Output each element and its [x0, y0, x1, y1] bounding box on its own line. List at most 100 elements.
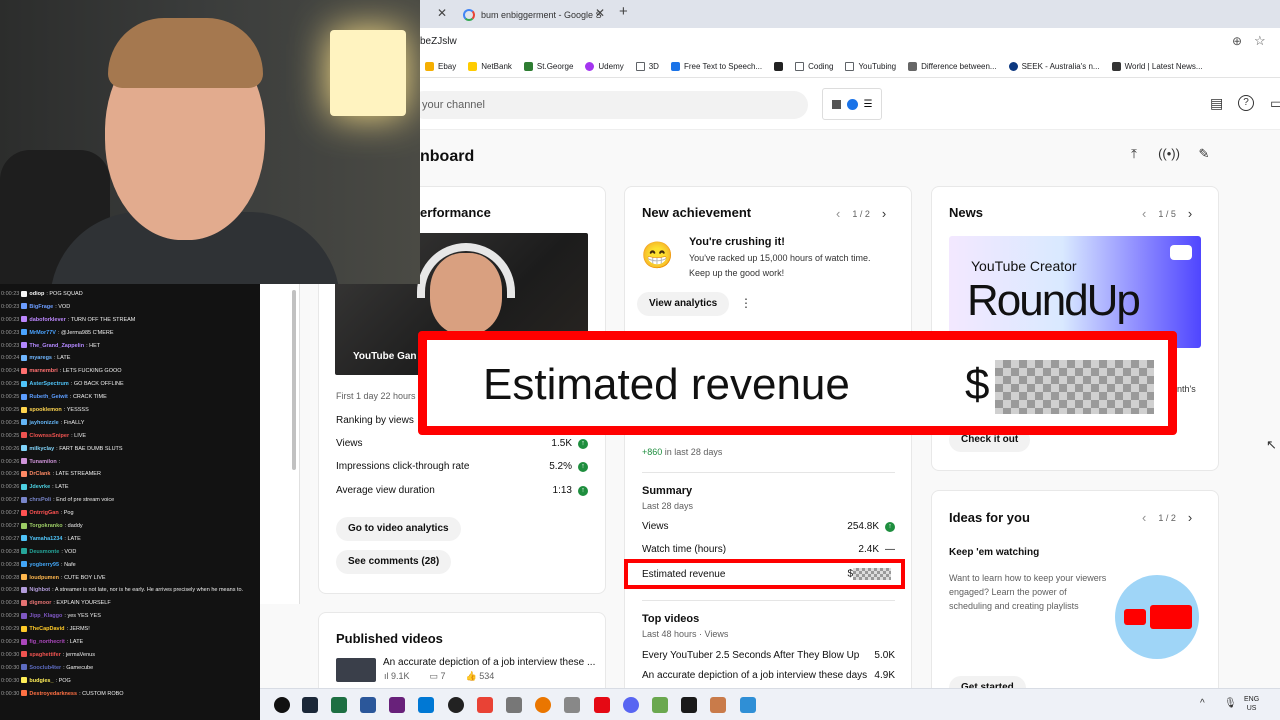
bookmark-stgeorge[interactable]: St.George	[523, 62, 573, 71]
bookmark-netbank[interactable]: NetBank	[468, 62, 512, 71]
badge-icon	[21, 638, 28, 645]
chat-message: 0:00:24 marnembri: LETS FUCKING GOOO	[1, 367, 122, 375]
bookmark-difference[interactable]: Difference between...	[908, 62, 997, 71]
top-video-row[interactable]: An accurate depiction of a job interview…	[642, 670, 895, 681]
chevron-right-icon[interactable]: ›	[882, 206, 886, 221]
app-icon[interactable]	[448, 697, 464, 713]
bookmark-ebay[interactable]: Ebay	[425, 62, 456, 71]
scrollbar[interactable]	[292, 290, 296, 470]
bookmark-tts[interactable]: Free Text to Speech...	[670, 62, 762, 71]
discord-icon[interactable]	[623, 697, 639, 713]
chat-message: 0:00:27 chrsPoli: End of pre stream voice	[1, 496, 115, 504]
extension-widget[interactable]: ☰	[822, 88, 882, 120]
bookmark-coding[interactable]: Coding	[795, 62, 833, 71]
badge-icon	[21, 393, 28, 400]
chat-message: 0:00:29 Jipp_Klaggo: yes YES YES	[1, 612, 101, 620]
diff-icon	[908, 62, 918, 71]
top-video-row[interactable]: Every YouTuber 2.5 Seconds After They Bl…	[642, 650, 895, 661]
create-icon[interactable]: ▭	[1270, 95, 1280, 112]
app-icon[interactable]	[564, 697, 580, 713]
chat-message: 0:00:23 BigFrage: VOD	[1, 303, 71, 310]
page-title: nboard	[420, 148, 475, 165]
chevron-left-icon[interactable]: ‹	[836, 206, 840, 221]
badge-icon	[21, 651, 28, 658]
go-to-video-analytics-button[interactable]: Go to video analytics	[336, 517, 461, 541]
tab-close-icon[interactable]: ✕	[595, 6, 605, 20]
metric-ctr: Impressions click-through rate 5.2% ↑	[336, 461, 588, 472]
app-icon[interactable]	[652, 697, 668, 713]
bookmark-udemy[interactable]: Udemy	[585, 62, 624, 71]
published-video-thumbnail[interactable]	[336, 658, 376, 682]
app-icon[interactable]	[740, 697, 756, 713]
see-comments-button[interactable]: See comments (28)	[336, 550, 452, 574]
chat-message: 0:00:28 yogberry95: Nafe	[1, 561, 76, 568]
more-options-icon[interactable]: ⋮	[740, 296, 752, 310]
chat-message: 0:00:30 Sooclub4ter: Gamecube	[1, 664, 94, 671]
calculator-icon[interactable]	[506, 697, 522, 713]
bookmark-youtubing[interactable]: YouTubing	[845, 62, 896, 71]
search-input[interactable]: your channel	[410, 91, 808, 119]
bookmark-star-icon[interactable]: ☆	[1254, 33, 1266, 49]
edit-icon[interactable]: ✎	[1193, 143, 1215, 165]
app-icon[interactable]	[477, 697, 493, 713]
views-icon: ıl	[384, 671, 392, 681]
browser-tab-google-search[interactable]: bum enbiggerment - Google S	[455, 2, 618, 28]
blender-icon[interactable]	[535, 697, 551, 713]
excel-icon[interactable]	[331, 697, 347, 713]
badge-icon	[21, 458, 28, 465]
go-live-icon[interactable]: ((•))	[1158, 143, 1180, 165]
upload-icon[interactable]: ⤒	[1123, 143, 1145, 165]
badge-icon	[21, 664, 28, 671]
chat-message: 0:00:26 DrClank: LATE STREAMER	[1, 471, 101, 478]
chat-message: 0:00:29 TheCapDavid: JERMS!	[1, 625, 90, 633]
badge-icon	[21, 625, 28, 632]
chat-message: 0:00:27 OntrrigGan: Pog	[1, 509, 74, 517]
webcam-overlay	[0, 0, 420, 284]
new-tab-icon[interactable]: +	[619, 3, 628, 20]
udemy-icon	[585, 62, 595, 71]
badge-icon	[21, 522, 28, 529]
feedback-icon[interactable]: ▤	[1210, 95, 1223, 112]
bookmark-seek[interactable]: SEEK - Australia's n...	[1008, 62, 1100, 71]
chat-message: 0:00:23 daboforklever: TURN OFF THE STREA…	[1, 316, 136, 323]
language-indicator[interactable]: ENG US	[1244, 695, 1259, 713]
davinci-icon[interactable]	[681, 697, 697, 713]
chat-message: 0:00:27 Torgokranko: daddy	[1, 522, 83, 530]
performance-title: erformance	[420, 205, 491, 220]
help-icon[interactable]: ?	[1238, 95, 1254, 111]
chat-message: 0:00:23 MrMor77V: @Jerma985 C'MERE	[1, 329, 114, 336]
badge-icon	[21, 329, 28, 336]
badge-icon	[21, 342, 28, 349]
chevron-right-icon[interactable]: ›	[1188, 510, 1192, 525]
trend-up-icon: ↑	[578, 461, 588, 472]
microphone-icon[interactable]: 🎙	[1224, 698, 1237, 709]
tab-close-icon[interactable]: ✕	[437, 6, 447, 20]
chat-message: 0:00:26 Tunamilon:	[1, 458, 61, 465]
netflix-icon[interactable]	[594, 697, 610, 713]
app-icon[interactable]	[710, 697, 726, 713]
url-text[interactable]: beZJslw	[420, 36, 457, 47]
visual-studio-icon[interactable]	[389, 697, 405, 713]
creator-face-image	[430, 253, 502, 335]
streamer-hair-image	[108, 18, 263, 88]
trend-flat: —	[885, 544, 895, 555]
chevron-right-icon[interactable]: ›	[1188, 206, 1192, 221]
steam-icon[interactable]	[302, 697, 318, 713]
tray-chevron-up-icon[interactable]: ^	[1200, 698, 1205, 709]
word-icon[interactable]	[360, 697, 376, 713]
seek-icon	[1008, 62, 1018, 71]
vscode-icon[interactable]	[418, 697, 434, 713]
bookmark-e[interactable]	[774, 62, 784, 71]
chevron-left-icon[interactable]: ‹	[1142, 510, 1146, 525]
chat-list: 0:00:23 odiop: POG SQUAD 0:00:23 BigFrage: …	[0, 284, 260, 701]
chevron-left-icon[interactable]: ‹	[1142, 206, 1146, 221]
published-video-title[interactable]: An accurate depiction of a job interview…	[383, 657, 595, 668]
obs-icon[interactable]	[274, 697, 290, 713]
bookmark-world-news[interactable]: World | Latest News...	[1111, 62, 1203, 71]
view-analytics-button[interactable]: View analytics	[637, 292, 730, 316]
chat-message: 0:00:26 Jdevrke: LATE	[1, 483, 69, 491]
achievement-title: New achievement	[642, 205, 752, 220]
zoom-icon[interactable]: ⊕	[1232, 34, 1242, 48]
bookmark-3d[interactable]: 3D	[635, 62, 659, 71]
chat-message: 0:00:30 spaghettifer: jermaVenus	[1, 651, 95, 658]
